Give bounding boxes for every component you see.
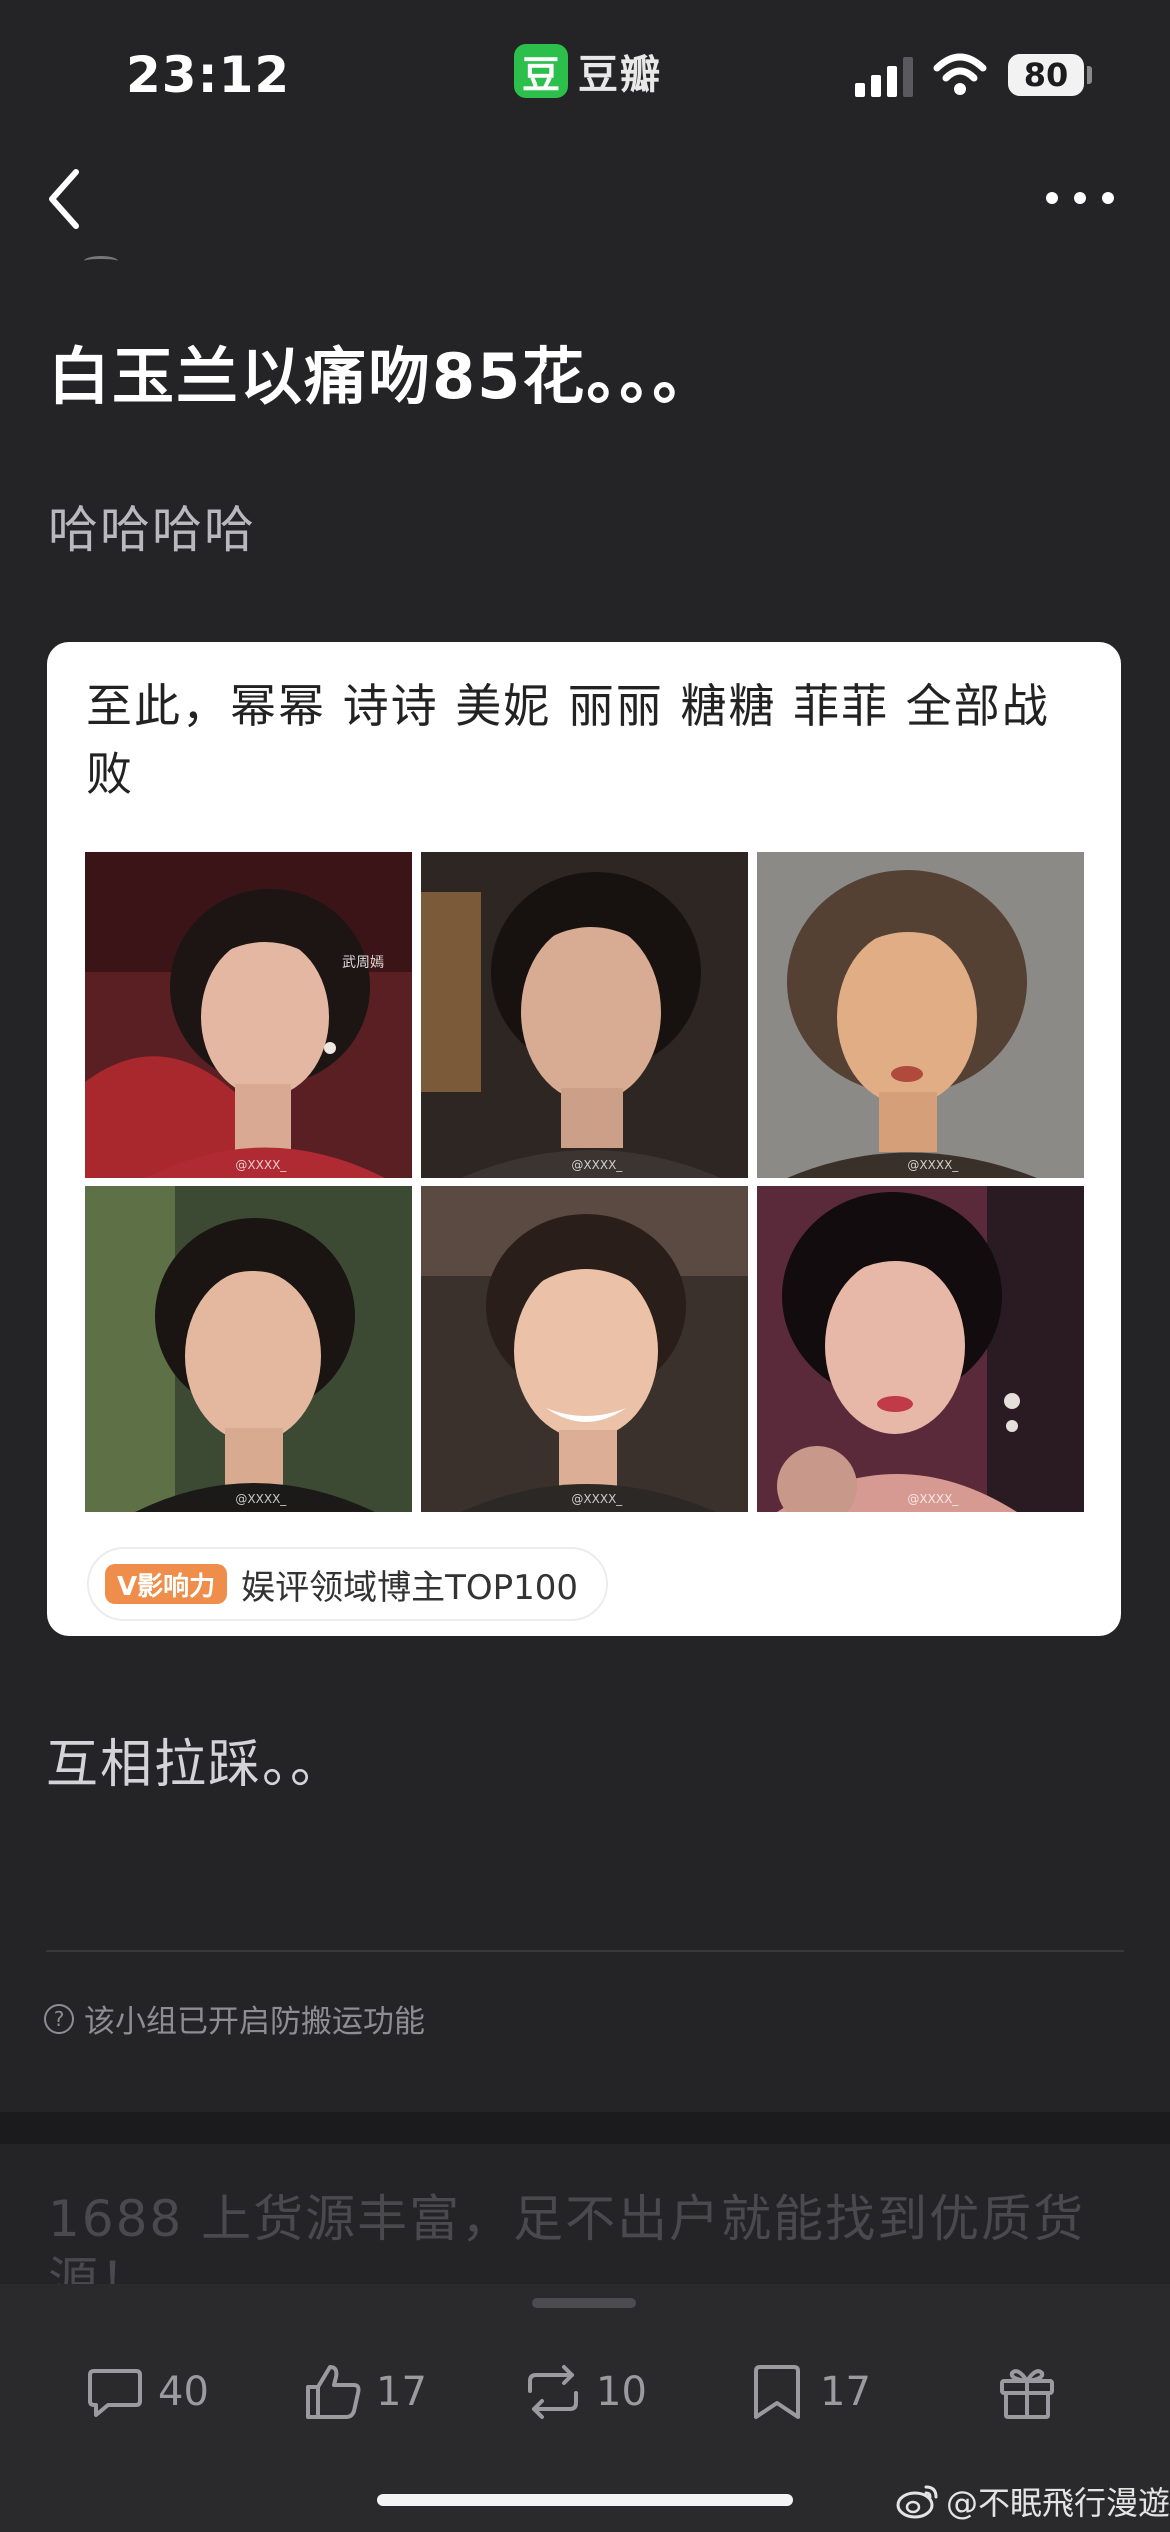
photo-watermark: @XXXX_ bbox=[571, 1158, 623, 1172]
divider bbox=[46, 1950, 1124, 1952]
photo-5-art bbox=[421, 1186, 748, 1512]
photo-watermark: @XXXX_ bbox=[571, 1492, 623, 1506]
like-count: 17 bbox=[376, 2369, 427, 2415]
weibo-icon bbox=[896, 2485, 938, 2519]
photo-1-art bbox=[85, 852, 412, 1178]
gift-button[interactable] bbox=[996, 2354, 1058, 2430]
back-chevron-icon[interactable] bbox=[40, 162, 90, 236]
douban-logo-icon: 豆 bbox=[514, 44, 568, 98]
ad-area[interactable]: 1688 上货源丰富，足不出户就能找到优质货源！ bbox=[0, 2144, 1170, 2294]
photo-3-art bbox=[757, 852, 1084, 1178]
influence-badge[interactable]: V影响力 娱评领域博主TOP100 bbox=[87, 1547, 609, 1621]
gift-icon bbox=[1000, 2369, 1054, 2419]
app-badge: 豆 豆瓣 bbox=[514, 42, 662, 100]
photo-corner-mark: 武周嫣 bbox=[342, 955, 384, 971]
reshare-count: 10 bbox=[596, 2369, 647, 2415]
ad-text: 1688 上货源丰富，足不出户就能找到优质货源！ bbox=[48, 2190, 1086, 2294]
status-time: 23:12 bbox=[126, 46, 291, 104]
post-title: 白玉兰以痛吻85花。。。 bbox=[48, 340, 717, 413]
battery-tip bbox=[1087, 66, 1092, 84]
quoted-post-card[interactable]: 至此，幂幂 诗诗 美妮 丽丽 糖糖 菲菲 全部战败 武周嫣 @XXXX_ @XX… bbox=[47, 642, 1121, 1636]
post-body: 哈哈哈哈 bbox=[48, 501, 256, 559]
scroll-sliver bbox=[84, 256, 118, 266]
photo-2[interactable]: @XXXX_ bbox=[421, 852, 748, 1178]
photo-4-art bbox=[85, 1186, 412, 1512]
like-icon bbox=[306, 2365, 361, 2419]
like-button[interactable]: 17 bbox=[302, 2354, 427, 2430]
photo-watermark: @XXXX_ bbox=[235, 1158, 287, 1172]
photo-6[interactable]: @XXXX_ bbox=[757, 1186, 1084, 1512]
reshare-icon bbox=[528, 2365, 578, 2419]
home-indicator[interactable] bbox=[377, 2494, 793, 2506]
weibo-watermark: @不眠飛行漫遊 bbox=[896, 2478, 1170, 2524]
app-name: 豆瓣 bbox=[578, 52, 662, 98]
photo-2-art bbox=[421, 852, 748, 1178]
cellular-signal-icon bbox=[855, 57, 913, 97]
comment-icon bbox=[88, 2369, 142, 2417]
photo-grid: 武周嫣 @XXXX_ @XXXX_ @XXXX_ @XXXX_ @XXXX_ @… bbox=[85, 852, 1084, 1512]
collect-icon bbox=[754, 2365, 800, 2419]
battery-indicator: 80 bbox=[1008, 54, 1084, 96]
photo-watermark: @XXXX_ bbox=[235, 1492, 287, 1506]
influence-tag: V影响力 bbox=[105, 1564, 228, 1604]
collect-button[interactable]: 17 bbox=[746, 2354, 871, 2430]
comment-count: 40 bbox=[158, 2369, 209, 2415]
photo-watermark: @XXXX_ bbox=[907, 1158, 959, 1172]
reshare-button[interactable]: 10 bbox=[522, 2354, 647, 2430]
group-notice-text: 该小组已开启防搬运功能 bbox=[84, 2004, 425, 2040]
quoted-post-text: 至此，幂幂 诗诗 美妮 丽丽 糖糖 菲菲 全部战败 bbox=[86, 679, 1050, 801]
photo-4[interactable]: @XXXX_ bbox=[85, 1186, 412, 1512]
question-circle-icon: ? bbox=[44, 2003, 74, 2034]
photo-6-art bbox=[757, 1186, 1084, 1512]
more-dots-icon[interactable] bbox=[1040, 180, 1120, 216]
group-notice: ? 该小组已开启防搬运功能 bbox=[44, 1996, 425, 2041]
watermark-text: @不眠飛行漫遊 bbox=[946, 2484, 1170, 2522]
photo-1[interactable]: 武周嫣 @XXXX_ bbox=[85, 852, 412, 1178]
collect-count: 17 bbox=[820, 2369, 871, 2415]
comment-button[interactable]: 40 bbox=[84, 2354, 209, 2430]
post-tail-text: 互相拉踩。。 bbox=[46, 1735, 345, 1795]
photo-watermark: @XXXX_ bbox=[907, 1492, 959, 1506]
wifi-icon bbox=[933, 53, 987, 95]
drag-handle[interactable] bbox=[532, 2298, 636, 2308]
section-gap bbox=[0, 2112, 1170, 2144]
status-bar: 23:12 豆 豆瓣 80 bbox=[0, 0, 1170, 150]
photo-5[interactable]: @XXXX_ bbox=[421, 1186, 748, 1512]
influence-text: 娱评领域博主TOP100 bbox=[241, 1567, 579, 1608]
photo-3[interactable]: @XXXX_ bbox=[757, 852, 1084, 1178]
